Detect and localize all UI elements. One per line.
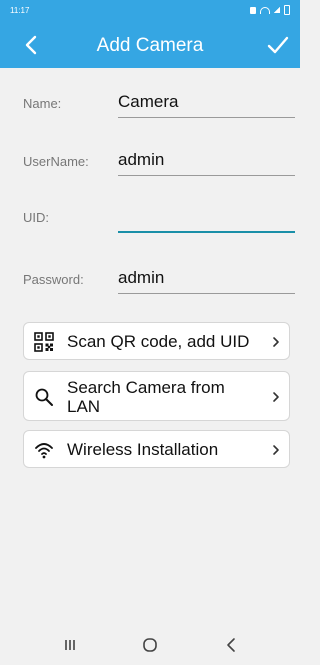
- uid-field[interactable]: [118, 202, 295, 230]
- uid-row: UID:: [0, 196, 300, 236]
- wifi-status-icon: [260, 6, 270, 14]
- username-underline: [118, 175, 295, 176]
- chevron-right-icon: [273, 337, 279, 347]
- search-icon: [35, 388, 53, 406]
- app-bar: Add Camera: [0, 22, 300, 68]
- username-row: UserName:: [0, 140, 300, 180]
- recent-apps-icon[interactable]: [60, 636, 80, 654]
- name-field[interactable]: [118, 88, 295, 116]
- status-time: 11:17: [10, 6, 30, 15]
- status-icons: [250, 5, 290, 15]
- search-lan-button[interactable]: Search Camera from LAN: [23, 371, 290, 421]
- wireless-installation-label: Wireless Installation: [67, 440, 219, 459]
- notification-icon: [250, 6, 256, 14]
- form-content: Name: UserName: UID: Password:: [0, 68, 300, 625]
- wifi-icon: [35, 443, 53, 459]
- chevron-right-icon: [273, 445, 279, 455]
- home-icon[interactable]: [140, 636, 160, 654]
- name-label: Name:: [23, 96, 62, 111]
- signal-icon: [274, 7, 280, 13]
- uid-label: UID:: [23, 210, 49, 225]
- scan-qr-label: Scan QR code, add UID: [67, 332, 250, 351]
- chevron-right-icon: [273, 392, 279, 402]
- name-underline: [118, 117, 295, 118]
- username-label: UserName:: [23, 154, 89, 169]
- uid-underline: [118, 231, 295, 233]
- scan-qr-button[interactable]: Scan QR code, add UID: [23, 322, 290, 360]
- username-field[interactable]: [118, 146, 295, 174]
- back-nav-icon[interactable]: [222, 636, 242, 654]
- password-row: Password:: [0, 258, 300, 298]
- search-lan-label: Search Camera from LAN: [67, 378, 225, 416]
- wireless-installation-button[interactable]: Wireless Installation: [23, 430, 290, 468]
- name-row: Name:: [0, 82, 300, 122]
- password-field[interactable]: [118, 264, 295, 292]
- status-bar: 11:17: [0, 0, 300, 22]
- system-nav-bar: [0, 625, 300, 665]
- battery-icon: [284, 5, 290, 15]
- password-underline: [118, 293, 295, 294]
- qr-code-icon: [34, 332, 54, 352]
- password-label: Password:: [23, 272, 84, 287]
- checkmark-icon[interactable]: [266, 33, 290, 57]
- page-title: Add Camera: [96, 35, 204, 56]
